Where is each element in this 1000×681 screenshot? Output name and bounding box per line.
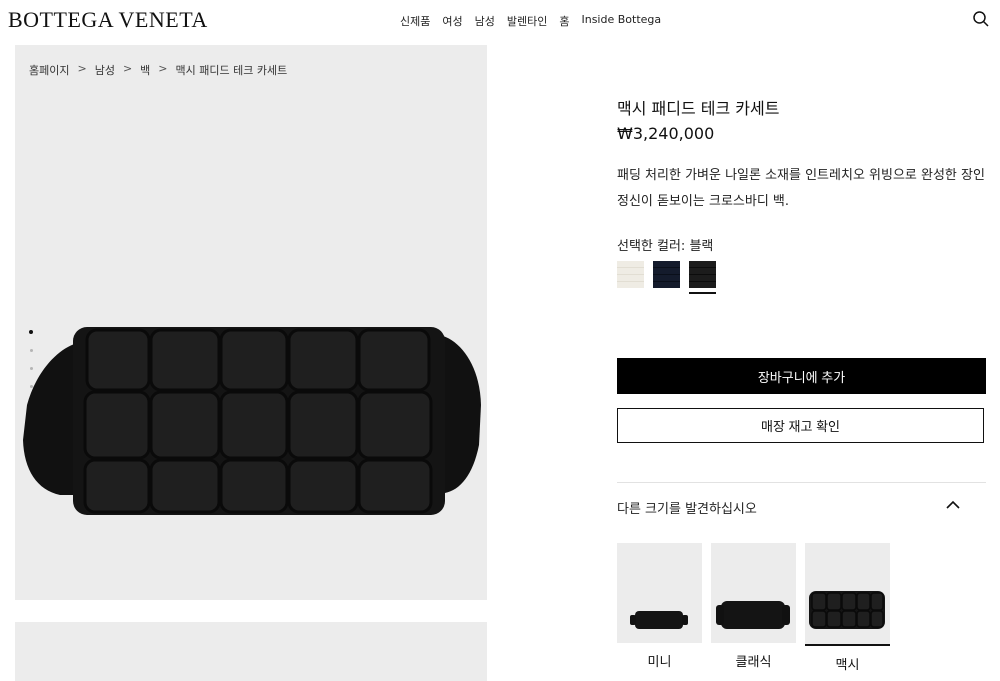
sizes-accordion-header[interactable]: 다른 크기를 발견하십시오	[617, 498, 986, 518]
nav-item-home[interactable]: 홈	[559, 13, 569, 29]
size-name: 맥시	[835, 658, 860, 673]
product-price: ₩3,240,000	[617, 124, 715, 143]
swatch-navy[interactable]	[653, 261, 680, 288]
nav-item-inside-bottega[interactable]: Inside Bottega	[581, 13, 661, 29]
size-name: 미니	[647, 655, 672, 670]
gallery-dot[interactable]	[29, 330, 33, 334]
add-to-cart-button[interactable]: 장바구니에 추가	[617, 358, 986, 394]
swatch-ivory[interactable]	[617, 261, 644, 288]
size-cards: 미니 클래식 맥시	[617, 543, 890, 673]
nav-item-men[interactable]: 남성	[475, 13, 495, 29]
sizes-label: 다른 크기를 발견하십시오	[617, 502, 757, 517]
product-title: 맥시 패디드 테크 카세트	[617, 99, 780, 118]
gallery-pagination	[27, 330, 35, 403]
size-name: 클래식	[735, 655, 772, 670]
check-store-stock-button[interactable]: 매장 재고 확인	[617, 408, 984, 443]
site-header: BOTTEGA VENETA 신제품 여성 남성 발렌타인 홈 Inside B…	[0, 0, 1000, 44]
nav-item-women[interactable]: 여성	[442, 13, 462, 29]
brand-logo[interactable]: BOTTEGA VENETA	[8, 7, 208, 33]
selected-color-label: 선택한 컬러: 블랙	[617, 239, 714, 254]
size-thumbnail	[805, 543, 890, 646]
swatch-black[interactable]	[689, 261, 716, 294]
gallery-dot[interactable]	[29, 367, 33, 370]
chevron-up-icon[interactable]	[946, 500, 960, 510]
nav-item-valentine[interactable]: 발렌타인	[507, 13, 547, 29]
product-image-secondary[interactable]	[15, 622, 487, 681]
main-nav: 신제품 여성 남성 발렌타인 홈 Inside Bottega	[400, 13, 661, 29]
gallery-dot[interactable]	[29, 349, 33, 352]
size-card-maxi[interactable]: 맥시	[805, 543, 890, 673]
size-thumbnail	[711, 543, 796, 643]
size-card-mini[interactable]: 미니	[617, 543, 702, 673]
bag-image	[23, 327, 481, 515]
size-thumbnail	[617, 543, 702, 643]
swatch-selected-indicator	[689, 292, 716, 294]
product-image-main[interactable]: 홈페이지 > 남성 > 백 > 맥시 패디드 테크 카세트	[15, 45, 487, 600]
divider	[617, 482, 986, 483]
product-description: 패딩 처리한 가벼운 나일론 소재를 인트레치오 위빙으로 완성한 장인 정신이…	[617, 168, 985, 209]
search-icon[interactable]	[972, 10, 990, 28]
color-swatches	[617, 261, 716, 294]
gallery-dot[interactable]	[29, 385, 33, 388]
size-card-classic[interactable]: 클래식	[711, 543, 796, 673]
nav-item-new[interactable]: 신제품	[400, 13, 430, 29]
